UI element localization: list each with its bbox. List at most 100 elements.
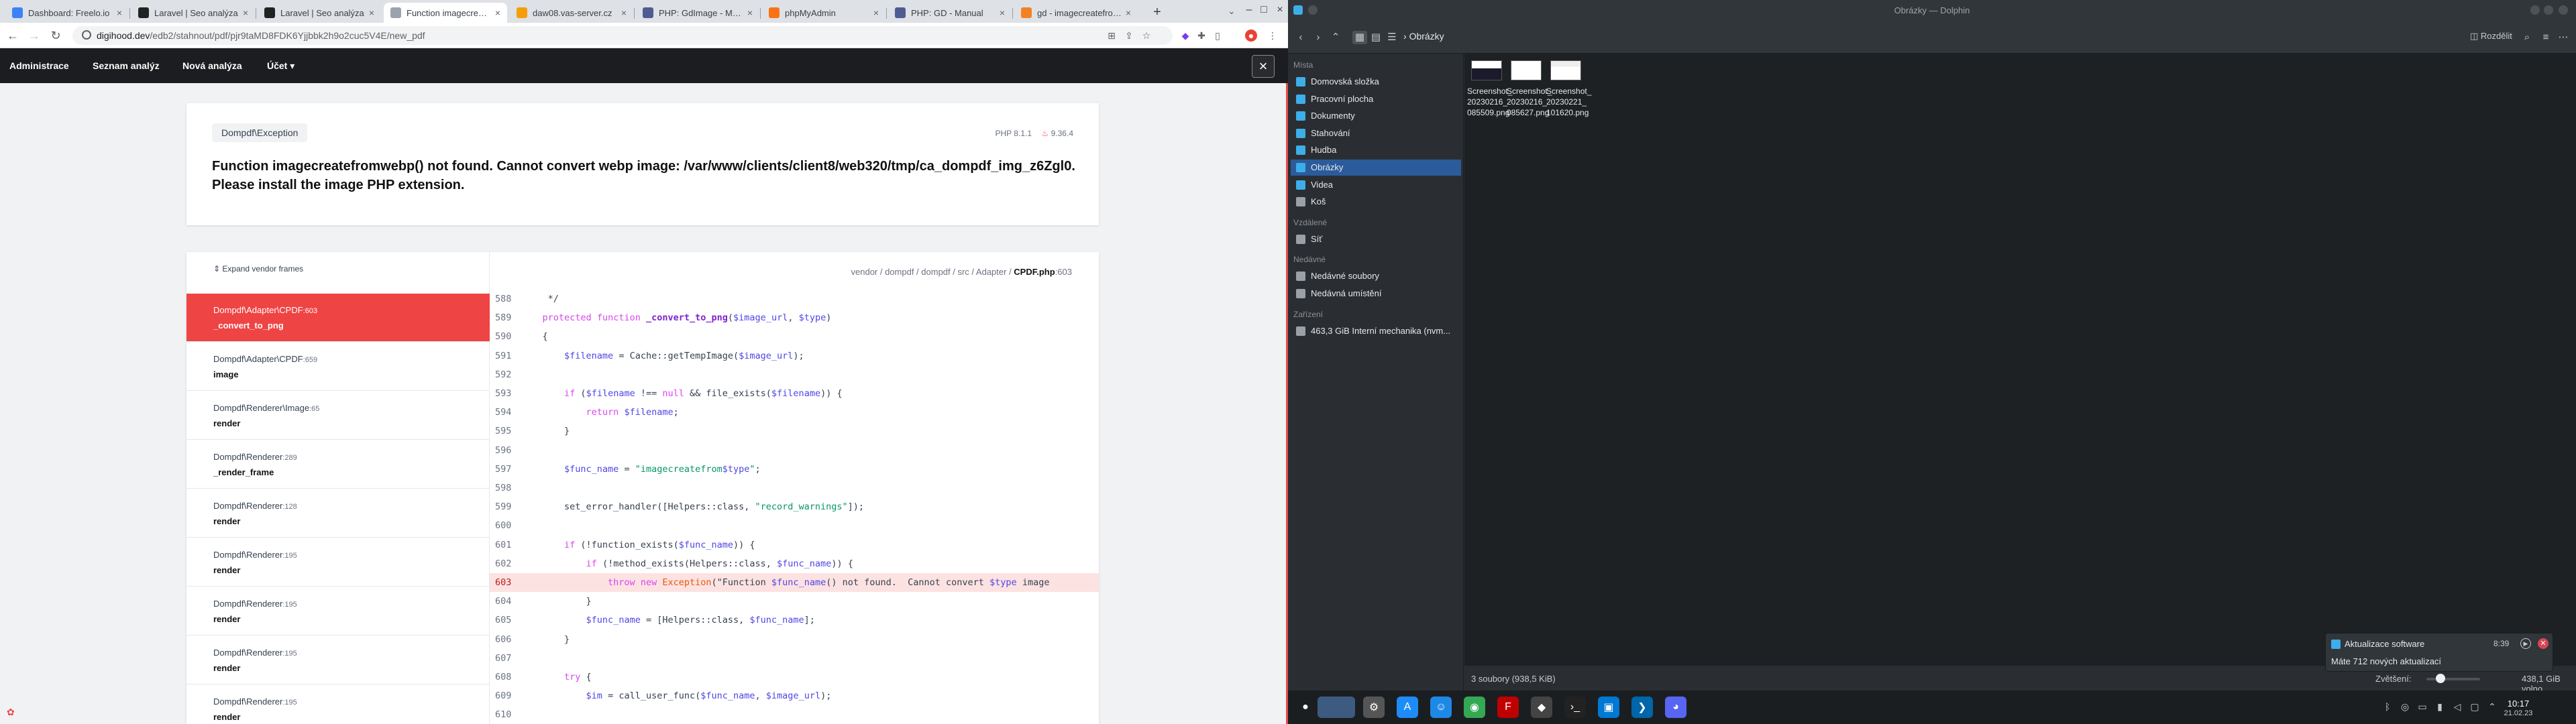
battery-icon[interactable]: ▮: [2434, 701, 2446, 713]
line-number[interactable]: 597: [490, 460, 521, 479]
stack-frame[interactable]: Dompdf\Adapter\CPDF:603 _convert_to_png: [186, 294, 490, 342]
line-number[interactable]: 605: [490, 611, 521, 629]
line-number[interactable]: 596: [490, 441, 521, 460]
line-number[interactable]: 589: [490, 308, 521, 327]
line-number[interactable]: 607: [490, 649, 521, 668]
places-item[interactable]: Síť: [1291, 231, 1461, 247]
share-icon[interactable]: ⇪: [1123, 29, 1135, 42]
line-number[interactable]: 604: [490, 592, 521, 611]
line-number[interactable]: 595: [490, 422, 521, 440]
tab-close-icon[interactable]: ×: [873, 7, 879, 18]
clipboard-icon[interactable]: ▭: [2416, 701, 2428, 713]
file-item[interactable]: Screenshot_ 20230216_ 085509.png: [1467, 60, 1512, 118]
line-number[interactable]: 588: [490, 290, 521, 308]
line-number[interactable]: 599: [490, 497, 521, 516]
tab-close-icon[interactable]: ×: [243, 7, 248, 18]
search-icon[interactable]: ⌕: [2520, 31, 2534, 44]
nav-nova-analyza[interactable]: Nová analýza: [182, 60, 242, 71]
finder-icon[interactable]: ☺: [1430, 697, 1452, 718]
terminal-icon[interactable]: ›_: [1564, 697, 1586, 718]
git-icon[interactable]: ◆: [1531, 697, 1552, 718]
up-icon[interactable]: ⌃: [1328, 31, 1343, 44]
reload-icon[interactable]: ↻: [48, 28, 63, 43]
display-icon[interactable]: ▢: [2469, 701, 2481, 713]
browser-tab[interactable]: Dashboard: Freelo.io ×: [5, 3, 129, 23]
line-number[interactable]: 606: [490, 630, 521, 649]
chrome-icon[interactable]: ◉: [1464, 697, 1485, 718]
line-number[interactable]: 610: [490, 705, 521, 724]
places-item[interactable]: Koš: [1291, 194, 1461, 210]
file-item[interactable]: Screenshot_ 20230216_ 085627.png: [1507, 60, 1552, 118]
icons-view-icon[interactable]: ▦: [1352, 31, 1367, 44]
vscode-icon[interactable]: ❯: [1631, 697, 1653, 718]
app-store-icon[interactable]: A: [1397, 697, 1418, 718]
close-button[interactable]: ×: [1252, 55, 1275, 78]
places-item[interactable]: Domovská složka: [1291, 74, 1461, 90]
expand-vendor-frames-button[interactable]: ⇕ Expand vendor frames: [213, 264, 303, 274]
tab-close-icon[interactable]: ×: [369, 7, 374, 18]
places-item[interactable]: Nedávné soubory: [1291, 268, 1461, 284]
split-button[interactable]: ◫ Rozdělit: [2470, 31, 2512, 42]
line-number[interactable]: 603: [490, 573, 521, 592]
tab-close-icon[interactable]: ×: [747, 7, 753, 18]
browser-tab[interactable]: Laravel | Seo analýza ×: [131, 3, 255, 23]
hamburger-menu-icon[interactable]: ≡: [2538, 31, 2553, 44]
places-item[interactable]: Hudba: [1291, 142, 1461, 158]
address-bar[interactable]: digihood.dev/edb2/stahnout/pdf/pjr9taMD8…: [72, 26, 1173, 45]
tab-close-icon[interactable]: ×: [1000, 7, 1005, 18]
stack-frame[interactable]: Dompdf\Renderer:289 _render_frame: [186, 440, 490, 489]
new-tab-button[interactable]: +: [1148, 4, 1166, 21]
tab-close-icon[interactable]: ×: [621, 7, 627, 18]
bluetooth-icon[interactable]: ᛒ: [2381, 701, 2394, 713]
line-number[interactable]: 594: [490, 403, 521, 422]
browser-tab[interactable]: gd - imagecreatefrom... ×: [1014, 3, 1138, 23]
stack-frame[interactable]: Dompdf\Renderer:195 render: [186, 636, 490, 684]
line-number[interactable]: 590: [490, 327, 521, 346]
menu-icon[interactable]: ⋮: [1267, 29, 1279, 42]
stack-frame[interactable]: Dompdf\Renderer\Image:65 render: [186, 391, 490, 440]
line-number[interactable]: 608: [490, 668, 521, 686]
stack-frame[interactable]: Dompdf\Renderer:195 render: [186, 685, 490, 724]
file-path[interactable]: vendor / dompdf / dompdf / src / Adapter…: [851, 267, 1073, 277]
clock-time[interactable]: 10:17: [2498, 699, 2538, 709]
close-icon[interactable]: ✕: [2538, 638, 2548, 649]
places-item[interactable]: Stahování: [1291, 125, 1461, 141]
tab-close-icon[interactable]: ×: [117, 7, 122, 18]
browser-tab[interactable]: Function imagecreatef... ×: [384, 3, 507, 23]
maximize-icon[interactable]: □: [1256, 4, 1272, 16]
zoom-slider-handle[interactable]: [2436, 674, 2445, 683]
line-number[interactable]: 592: [490, 365, 521, 384]
extension-icon[interactable]: ◆: [1179, 29, 1191, 42]
places-item[interactable]: Nedávná umístění: [1291, 286, 1461, 302]
site-info-icon[interactable]: [82, 30, 91, 40]
discord-icon[interactable]: ◕: [1665, 697, 1686, 718]
stack-frame[interactable]: Dompdf\Renderer:195 render: [186, 587, 490, 636]
stack-frame[interactable]: Dompdf\Adapter\CPDF:659 image: [186, 343, 490, 391]
breadcrumb[interactable]: › Obrázky: [1403, 31, 1444, 42]
line-number[interactable]: 598: [490, 479, 521, 497]
browser-tab[interactable]: PHP: GD - Manual ×: [888, 3, 1012, 23]
minimize-icon[interactable]: [2530, 5, 2540, 15]
nav-seznam-analyz[interactable]: Seznam analýz: [93, 60, 160, 71]
settings-icon[interactable]: ⚙: [1363, 697, 1385, 718]
ignition-logo-icon[interactable]: ✿: [7, 707, 19, 719]
back-icon[interactable]: ←: [5, 28, 20, 43]
places-item[interactable]: 463,3 GiB Interní mechanika (nvm...: [1291, 323, 1461, 339]
apple-menu-icon[interactable]: ●: [1295, 697, 1316, 718]
filezilla-icon[interactable]: F: [1497, 697, 1519, 718]
maximize-icon[interactable]: [2544, 5, 2553, 15]
close-window-icon[interactable]: ×: [1272, 4, 1288, 16]
places-item[interactable]: Pracovní plocha: [1291, 91, 1461, 107]
places-item[interactable]: Obrázky: [1291, 160, 1461, 176]
forward-icon[interactable]: →: [27, 28, 42, 43]
translate-icon[interactable]: ⊞: [1106, 29, 1118, 42]
places-item[interactable]: Videa: [1291, 177, 1461, 193]
browser-tab[interactable]: phpMyAdmin ×: [762, 3, 885, 23]
compact-view-icon[interactable]: ▤: [1368, 31, 1383, 44]
more-icon[interactable]: ⋯: [2556, 31, 2571, 44]
line-number[interactable]: 602: [490, 554, 521, 573]
line-number[interactable]: 591: [490, 347, 521, 365]
details-view-icon[interactable]: ☰: [1385, 31, 1399, 44]
profile-avatar[interactable]: ●: [1245, 29, 1257, 42]
browser-tab[interactable]: daw08.vas-server.cz ×: [510, 3, 633, 23]
